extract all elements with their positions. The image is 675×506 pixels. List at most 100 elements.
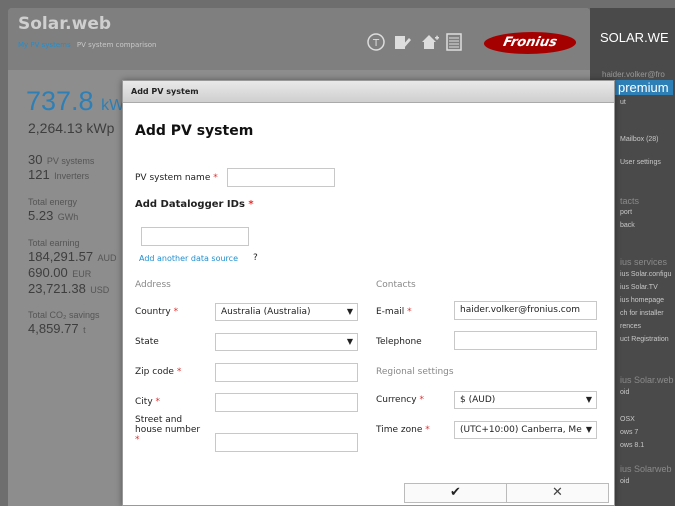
pv-name-label-text: PV system name bbox=[135, 173, 211, 183]
peak-power: 2,264.13 kWp bbox=[28, 120, 115, 136]
tools-icon[interactable]: T bbox=[366, 32, 386, 52]
city-label-text: City bbox=[135, 397, 153, 407]
header: Solar.web My PV systems PV system compar… bbox=[8, 8, 590, 70]
zip-label-text: Zip code bbox=[135, 367, 174, 377]
email-input[interactable]: haider.volker@fronius.com bbox=[454, 301, 597, 320]
user-settings-link[interactable]: User settings bbox=[620, 159, 661, 166]
currency-label: Currency * bbox=[376, 395, 424, 405]
add-pv-system-dialog: Add PV system Add PV system PV system na… bbox=[122, 80, 615, 506]
app-windows-7[interactable]: ows 7 bbox=[620, 429, 638, 436]
state-select[interactable]: ▼ bbox=[215, 333, 358, 351]
app-windows-81[interactable]: ows 8.1 bbox=[620, 442, 644, 449]
email-label: E-mail * bbox=[376, 307, 412, 317]
zip-code-input[interactable] bbox=[215, 363, 358, 382]
required-mark: * bbox=[173, 307, 179, 317]
fronius-logo[interactable]: Fronius bbox=[481, 32, 579, 54]
city-input[interactable] bbox=[215, 393, 358, 412]
edit-icon[interactable] bbox=[392, 32, 412, 52]
zip-label: Zip code * bbox=[135, 367, 181, 377]
inverters-count: 121 bbox=[28, 167, 50, 182]
telephone-label: Telephone bbox=[376, 337, 422, 347]
required-mark: * bbox=[419, 395, 424, 405]
service-homepage[interactable]: ius homepage bbox=[620, 297, 664, 304]
timezone-select[interactable]: (UTC+10:00) Canberra, Me ▼ bbox=[454, 421, 597, 439]
earning-eur-unit: EUR bbox=[72, 269, 92, 279]
dialog-titlebar[interactable]: Add PV system bbox=[123, 81, 614, 103]
app-android-2[interactable]: oid bbox=[620, 478, 629, 485]
timezone-label: Time zone * bbox=[376, 425, 430, 435]
earning-aud-unit: AUD bbox=[97, 253, 117, 263]
dialog-title: Add PV system bbox=[135, 123, 254, 139]
add-data-source-link[interactable]: Add another data source bbox=[139, 254, 238, 263]
subnav-my-pv-systems[interactable]: My PV systems bbox=[18, 41, 71, 49]
subnav-pv-comparison[interactable]: PV system comparison bbox=[77, 41, 157, 49]
subnav: My PV systems PV system comparison bbox=[18, 41, 156, 49]
mailbox-link[interactable]: Mailbox (28) bbox=[620, 136, 659, 143]
currency-select[interactable]: $ (AUD) ▼ bbox=[454, 391, 597, 409]
service-solar-configurator[interactable]: ius Solar.configu bbox=[620, 271, 671, 278]
service-solar-tv[interactable]: ius Solar.TV bbox=[620, 284, 658, 291]
earning-usd: 23,721.38 USD bbox=[28, 280, 109, 298]
current-power-value: 737.8 bbox=[26, 86, 94, 116]
datalogger-id-input[interactable] bbox=[141, 227, 249, 246]
street-label-line1: Street and bbox=[135, 415, 183, 425]
timezone-label-text: Time zone bbox=[376, 425, 423, 435]
street-input[interactable] bbox=[215, 433, 358, 452]
total-energy-value: 5.23 bbox=[28, 208, 54, 223]
cancel-button[interactable]: ✕ bbox=[507, 484, 608, 502]
pv-systems-label: PV systems bbox=[46, 156, 95, 166]
app-android[interactable]: oid bbox=[620, 389, 629, 396]
service-product-registration[interactable]: uct Registration bbox=[620, 336, 669, 343]
co2-label: Total CO₂ savings bbox=[28, 310, 100, 320]
datalogger-label-text: Add Datalogger IDs bbox=[135, 199, 245, 210]
current-power-unit: kW bbox=[101, 97, 125, 114]
apps-heading-1: ius Solar.web bbox=[620, 375, 674, 385]
service-search-installer[interactable]: ch for installer bbox=[620, 310, 664, 317]
required-mark: * bbox=[248, 199, 254, 210]
pv-systems-count: 30 bbox=[28, 152, 43, 167]
premium-badge[interactable]: premium bbox=[614, 80, 673, 95]
sidebar-user: haider.volker@fro bbox=[602, 70, 665, 79]
feedback-link[interactable]: back bbox=[620, 222, 635, 229]
total-energy-label: Total energy bbox=[28, 197, 78, 207]
earning-usd-unit: USD bbox=[90, 285, 110, 295]
country-select[interactable]: Australia (Australia) ▼ bbox=[215, 303, 358, 321]
co2-stat: 4,859.77 t bbox=[28, 320, 86, 338]
contacts-heading: Contacts bbox=[376, 280, 416, 290]
svg-text:T: T bbox=[372, 38, 380, 49]
currency-select-value: $ (AUD) bbox=[460, 395, 496, 405]
support-link[interactable]: port bbox=[620, 209, 632, 216]
email-label-text: E-mail bbox=[376, 307, 405, 317]
street-label: Street and house number * bbox=[135, 415, 200, 445]
required-mark: * bbox=[425, 425, 430, 435]
chevron-down-icon: ▼ bbox=[585, 395, 592, 404]
confirm-button[interactable]: ✔ bbox=[405, 484, 507, 502]
co2-unit: t bbox=[83, 325, 86, 335]
regional-settings-heading: Regional settings bbox=[376, 367, 454, 377]
total-earning-label: Total earning bbox=[28, 238, 80, 248]
currency-label-text: Currency bbox=[376, 395, 417, 405]
service-references[interactable]: rences bbox=[620, 323, 641, 330]
app-osx[interactable]: OSX bbox=[620, 416, 635, 423]
earning-usd-value: 23,721.38 bbox=[28, 281, 86, 296]
telephone-input[interactable] bbox=[454, 331, 597, 350]
chevron-down-icon: ▼ bbox=[346, 337, 353, 346]
required-mark: * bbox=[155, 397, 161, 407]
contacts-heading: tacts bbox=[620, 196, 640, 206]
address-heading: Address bbox=[135, 280, 171, 290]
pv-system-name-input[interactable] bbox=[227, 168, 335, 187]
logout-link[interactable]: ut bbox=[620, 99, 626, 106]
timezone-select-value: (UTC+10:00) Canberra, Me bbox=[460, 425, 582, 435]
help-icon[interactable]: ? bbox=[253, 253, 258, 263]
add-system-icon[interactable] bbox=[420, 32, 440, 52]
required-mark: * bbox=[176, 367, 182, 377]
city-label: City * bbox=[135, 397, 160, 407]
country-select-value: Australia (Australia) bbox=[221, 307, 311, 317]
brand-title: Solar.web bbox=[18, 14, 112, 34]
datalogger-label: Add Datalogger IDs * bbox=[135, 199, 254, 210]
total-energy-unit: GWh bbox=[57, 212, 79, 222]
total-energy-stat: 5.23 GWh bbox=[28, 207, 78, 225]
country-label-text: Country bbox=[135, 307, 171, 317]
list-icon[interactable] bbox=[444, 32, 464, 52]
inverters-label: Inverters bbox=[54, 171, 90, 181]
